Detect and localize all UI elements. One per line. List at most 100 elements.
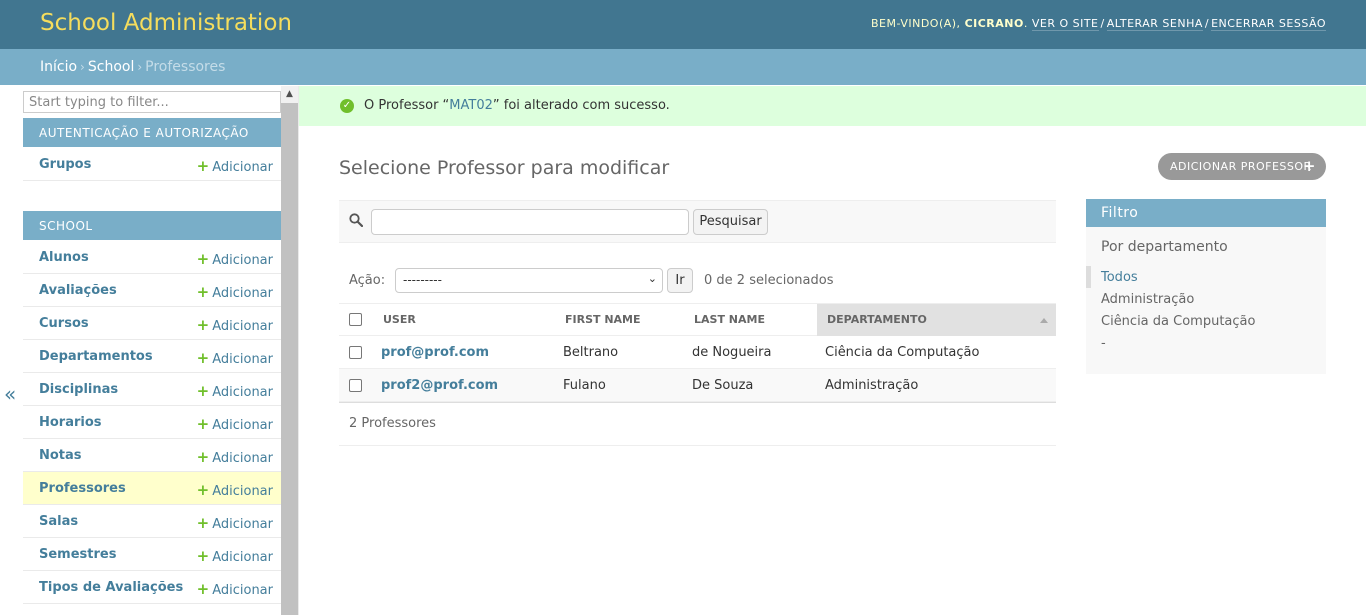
sort-ascending-icon[interactable] <box>1040 318 1048 323</box>
view-site-link[interactable]: Ver o site <box>1031 17 1099 31</box>
sidebar-item-label[interactable]: Alunos <box>39 250 89 265</box>
table-row: prof@prof.com Beltrano de Nogueira Ciênc… <box>339 336 1056 369</box>
row-first-name: Beltrano <box>563 345 619 360</box>
row-user-link[interactable]: prof@prof.com <box>381 345 489 360</box>
sidebar-item-avaliacoes: Avaliações + Adicionar <box>23 274 281 307</box>
check-circle-icon: ✓ <box>340 99 354 113</box>
sidebar-item-label[interactable]: Avaliações <box>39 283 117 298</box>
sidebar-item-tipos-de-avaliacoes: Tipos de Avaliações + Adicionar <box>23 571 281 604</box>
sidebar-item-label[interactable]: Disciplinas <box>39 382 118 397</box>
selection-counter: 0 de 2 selecionados <box>704 273 834 288</box>
search-button[interactable]: Pesquisar <box>693 209 768 235</box>
breadcrumb-app[interactable]: School <box>88 59 134 75</box>
success-message: ✓ O Professor “MAT02” foi alterado com s… <box>299 86 1366 126</box>
sidebar-item-grupos: Grupos + Adicionar <box>23 148 281 181</box>
column-header-last-name[interactable]: Last name <box>694 313 765 326</box>
add-disciplinas-link[interactable]: + Adicionar <box>197 382 273 400</box>
module-caption-auth[interactable]: Autenticação e Autorização <box>23 118 281 147</box>
row-checkbox[interactable] <box>349 379 362 392</box>
go-button[interactable]: Ir <box>667 268 693 293</box>
add-grupos-link[interactable]: + Adicionar <box>197 157 273 175</box>
filter-by-departamento: Por departamento <box>1101 239 1228 255</box>
add-semestres-link[interactable]: + Adicionar <box>197 547 273 565</box>
message-object-link[interactable]: MAT02 <box>449 98 493 113</box>
plus-icon: + <box>196 349 210 367</box>
filter-option-ciencia-da-computacao[interactable]: Ciência da Computação <box>1101 314 1255 329</box>
sidebar-item-disciplinas: Disciplinas + Adicionar <box>23 373 281 406</box>
changelist-filter: Filtro Por departamento Todos Administra… <box>1086 199 1326 374</box>
plus-icon: + <box>196 514 210 532</box>
sidebar-item-label[interactable]: Professores <box>39 481 126 496</box>
sidebar-item-departamentos: Departamentos + Adicionar <box>23 340 281 373</box>
plus-icon: + <box>196 547 210 565</box>
toggle-nav-sidebar[interactable]: « <box>0 86 23 615</box>
sidebar-item-notas: Notas + Adicionar <box>23 439 281 472</box>
header: School Administration Bem-vindo(a), Cicr… <box>0 0 1366 49</box>
row-first-name: Fulano <box>563 378 606 393</box>
plus-icon: + <box>196 580 210 598</box>
table-header: User First name Last name Departamento <box>339 303 1056 336</box>
sidebar-item-semestres: Semestres + Adicionar <box>23 538 281 571</box>
sidebar-item-label[interactable]: Cursos <box>39 316 89 331</box>
sidebar-scrollbar[interactable] <box>281 86 298 615</box>
select-all-checkbox[interactable] <box>349 313 362 326</box>
user-tools: Bem-vindo(a), Cicrano. Ver o site / Altera… <box>871 17 1326 31</box>
column-header-user[interactable]: User <box>383 313 416 326</box>
sidebar-item-label[interactable]: Departamentos <box>39 349 153 364</box>
row-departamento: Ciência da Computação <box>825 345 980 360</box>
site-name-link[interactable]: School Administration <box>40 10 292 36</box>
plus-icon: + <box>1302 157 1316 175</box>
row-user-link[interactable]: prof2@prof.com <box>381 378 498 393</box>
actions-bar: Ação: --------- ⌄ Ir 0 de 2 selecionados <box>339 266 1056 296</box>
breadcrumb-home[interactable]: Início <box>40 59 77 75</box>
add-alunos-link[interactable]: + Adicionar <box>197 250 273 268</box>
add-avaliacoes-link[interactable]: + Adicionar <box>197 283 273 301</box>
filter-option-empty[interactable]: - <box>1101 336 1106 351</box>
sidebar-item-label[interactable]: Semestres <box>39 547 116 562</box>
action-select[interactable]: --------- ⌄ <box>395 268 663 293</box>
add-professores-link[interactable]: + Adicionar <box>197 481 273 499</box>
nav-filter-input[interactable] <box>23 91 281 113</box>
sidebar-item-label[interactable]: Salas <box>39 514 78 529</box>
sidebar-item-label[interactable]: Tipos de Avaliações <box>39 580 183 595</box>
add-notas-link[interactable]: + Adicionar <box>197 448 273 466</box>
add-salas-link[interactable]: + Adicionar <box>197 514 273 532</box>
sidebar-item-label[interactable]: Notas <box>39 448 82 463</box>
sidebar-item-alunos: Alunos + Adicionar <box>23 241 281 274</box>
row-departamento: Administração <box>825 378 919 393</box>
module-caption-school[interactable]: School <box>23 211 281 240</box>
add-departamentos-link[interactable]: + Adicionar <box>197 349 273 367</box>
message-prefix: O Professor “ <box>364 98 450 113</box>
row-checkbox[interactable] <box>349 346 362 359</box>
sidebar-item-horarios: Horarios + Adicionar <box>23 406 281 439</box>
column-header-departamento[interactable]: Departamento <box>817 304 1056 336</box>
sidebar-item-salas: Salas + Adicionar <box>23 505 281 538</box>
search-input[interactable] <box>371 209 689 235</box>
sidebar-item-label[interactable]: Horarios <box>39 415 102 430</box>
breadcrumb: Início › School › Professores <box>0 49 1366 85</box>
logout-link[interactable]: Encerrar sessão <box>1211 17 1326 31</box>
sidebar-item-label[interactable]: Grupos <box>39 157 91 172</box>
collapse-sidebar-icon[interactable]: « <box>4 382 16 406</box>
search-icon <box>349 213 363 227</box>
message-suffix: ” foi alterado com sucesso. <box>492 98 670 113</box>
filter-option-administracao[interactable]: Administração <box>1101 292 1194 307</box>
filter-option-todos[interactable]: Todos <box>1101 270 1138 285</box>
breadcrumb-current: Professores <box>145 59 226 75</box>
sidebar-item-professores: Professores + Adicionar <box>23 472 281 505</box>
chevron-down-icon: ⌄ <box>647 272 657 285</box>
column-header-first-name[interactable]: First name <box>565 313 641 326</box>
scroll-up-arrow-icon[interactable]: ▲ <box>281 86 298 103</box>
add-cursos-link[interactable]: + Adicionar <box>197 316 273 334</box>
add-tipos-de-avaliacoes-link[interactable]: + Adicionar <box>197 580 273 598</box>
plus-icon: + <box>196 382 210 400</box>
add-professor-button[interactable]: Adicionar Professor + <box>1158 153 1326 180</box>
username: Cicrano <box>964 17 1024 30</box>
change-password-link[interactable]: Alterar senha <box>1106 17 1203 31</box>
table-row: prof2@prof.com Fulano De Souza Administr… <box>339 369 1056 402</box>
plus-icon: + <box>196 448 210 466</box>
row-last-name: de Nogueira <box>692 345 772 360</box>
add-horarios-link[interactable]: + Adicionar <box>197 415 273 433</box>
plus-icon: + <box>196 481 210 499</box>
action-label: Ação: <box>349 273 386 288</box>
